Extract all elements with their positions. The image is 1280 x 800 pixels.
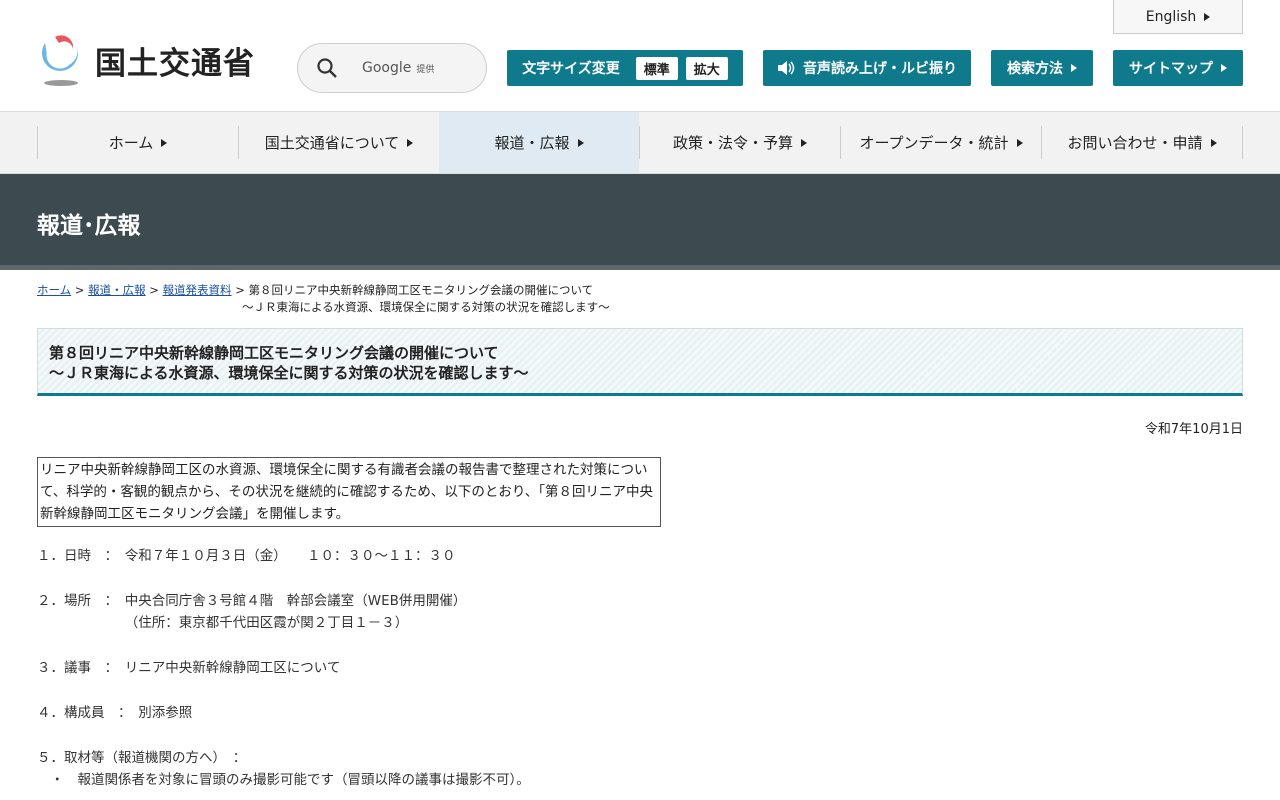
nav-press[interactable]: 報道・広報 <box>439 112 639 173</box>
english-button[interactable]: English <box>1113 0 1243 34</box>
arrow-right-icon <box>1210 138 1217 147</box>
sitemap-label: サイトマップ <box>1129 61 1213 77</box>
search-method-label: 検索方法 <box>1007 61 1063 77</box>
publish-date: 令和7年10月1日 <box>1144 422 1243 437</box>
reader-label: 音声読み上げ・ルビ振り <box>803 61 957 77</box>
item-press-note: ・ 報道関係者を対象に冒頭のみ撮影可能です（冒頭以降の議事は撮影不可）。 <box>37 772 530 788</box>
nav-label: 国土交通省について <box>264 134 400 152</box>
nav-label: ホーム <box>108 134 154 152</box>
search-icon <box>317 58 337 78</box>
font-size-control: 文字サイズ変更 標準 拡大 <box>507 50 743 86</box>
item-address: （住所：東京都千代田区霞が関２丁目１－３） <box>37 615 409 631</box>
breadcrumb-home[interactable]: ホーム <box>37 283 71 297</box>
item-datetime: １．日時 ： 令和７年１０月３日（金） １０：３０～１１：３０ <box>37 548 456 564</box>
search-box[interactable]: Google 提供 <box>297 43 487 93</box>
item-place: ２．場所 ： 中央合同庁舎３号館４階 幹部会議室（WEB併用開催） <box>37 593 467 609</box>
arrow-right-icon <box>1204 12 1211 21</box>
arrow-right-icon <box>1221 64 1227 72</box>
page-title: 第８回リニア中央新幹線静岡工区モニタリング会議の開催について ～ＪＲ東海による水… <box>37 328 1243 396</box>
breadcrumb-current: 第８回リニア中央新幹線静岡工区モニタリング会議の開催について <box>248 283 594 297</box>
arrow-right-icon <box>577 138 584 147</box>
arrow-right-icon <box>1016 138 1023 147</box>
sitemap-button[interactable]: サイトマップ <box>1113 50 1243 86</box>
nav-contact[interactable]: お問い合わせ・申請 <box>1041 126 1243 159</box>
search-suffix: 提供 <box>416 65 435 75</box>
breadcrumb-releases[interactable]: 報道発表資料 <box>163 283 232 297</box>
arrow-right-icon <box>801 138 807 147</box>
nav-label: 政策・法令・予算 <box>672 134 793 152</box>
nav-label: 報道・広報 <box>494 134 570 152</box>
arrow-right-icon <box>1071 64 1077 72</box>
title-line2: ～ＪＲ東海による水資源、環境保全に関する対策の状況を確認します～ <box>49 364 529 382</box>
nav-policy[interactable]: 政策・法令・予算 <box>639 126 840 159</box>
font-large-button[interactable]: 拡大 <box>685 56 728 80</box>
summary-box: リニア中央新幹線静岡工区の水資源、環境保全に関する有識者会議の報告書で整理された… <box>37 457 661 527</box>
breadcrumb: ホーム > 報道・広報 > 報道発表資料 > 第８回リニア中央新幹線静岡工区モニ… <box>0 270 1280 316</box>
arrow-right-icon <box>161 138 168 147</box>
item-press: ５．取材等（報道機関の方へ） ： <box>37 750 247 766</box>
mlit-logo-icon <box>42 35 79 86</box>
site-header: 国土交通省 Google 提供 English 文字サイズ変更 標準 拡大 音声読み上… <box>0 0 1280 112</box>
item-members: ４．構成員 ： 別添参照 <box>37 705 193 721</box>
search-method-button[interactable]: 検索方法 <box>991 50 1093 86</box>
logo[interactable]: 国土交通省 <box>37 33 255 87</box>
breadcrumb-current-sub: ～ＪＲ東海による水資源、環境保全に関する対策の状況を確認します～ <box>242 300 610 314</box>
speaker-icon <box>778 61 795 75</box>
nav-home[interactable]: ホーム <box>37 126 238 159</box>
search-brand: Google <box>362 60 412 76</box>
font-standard-button[interactable]: 標準 <box>635 56 678 80</box>
reader-button[interactable]: 音声読み上げ・ルビ振り <box>763 50 971 86</box>
font-size-label: 文字サイズ変更 <box>522 61 620 77</box>
details: １．日時 ： 令和７年１０月３日（金） １０：３０～１１：３０ ２．場所 ： 中… <box>0 527 1280 791</box>
section-title: 報道･広報 <box>0 174 1280 270</box>
nav-opendata[interactable]: オープンデータ・統計 <box>840 126 1041 159</box>
english-label: English <box>1145 8 1197 25</box>
title-line1: 第８回リニア中央新幹線静岡工区モニタリング会議の開催について <box>49 344 499 362</box>
breadcrumb-press[interactable]: 報道・広報 <box>88 283 146 297</box>
nav-label: オープンデータ・統計 <box>859 134 1009 152</box>
nav-label: お問い合わせ・申請 <box>1067 134 1203 152</box>
item-agenda: ３．議事 ： リニア中央新幹線静岡工区について <box>37 660 341 676</box>
nav-about[interactable]: 国土交通省について <box>238 126 439 159</box>
arrow-right-icon <box>407 138 414 147</box>
global-nav: ホーム 国土交通省について 報道・広報 政策・法令・予算 オープンデータ・統計 … <box>0 112 1280 174</box>
